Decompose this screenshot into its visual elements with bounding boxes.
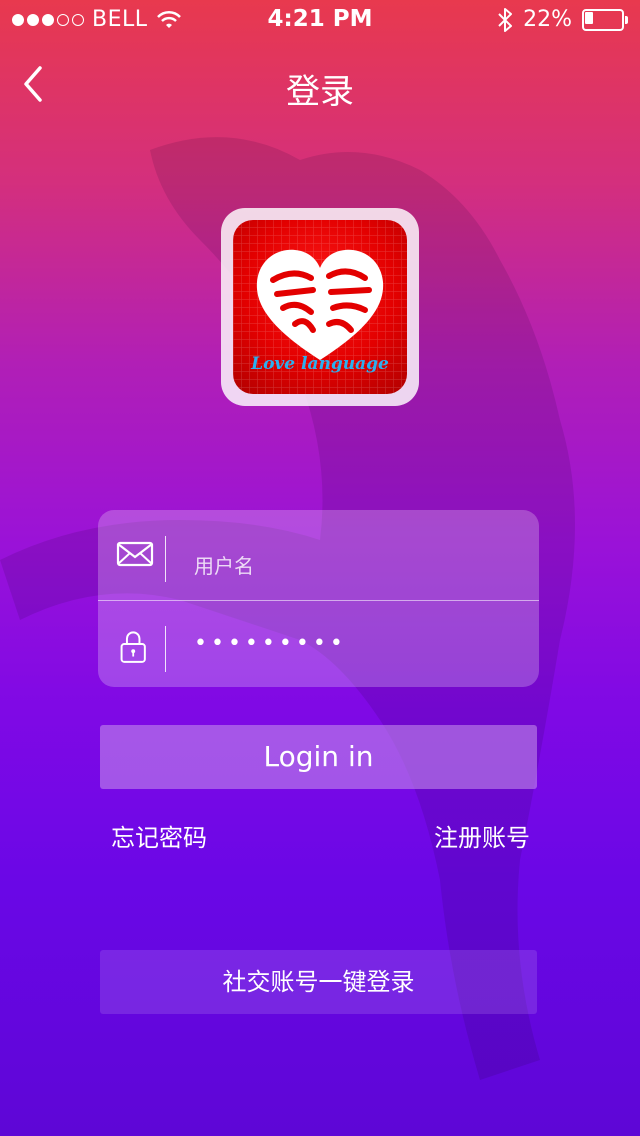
field-separator	[165, 536, 166, 582]
login-button[interactable]: Login in	[100, 725, 537, 789]
status-bar: BELL 4:21 PM 22%	[0, 0, 640, 40]
page-title: 登录	[286, 72, 354, 112]
logo-badge: Love language	[233, 220, 407, 394]
navigation-bar: 登录	[0, 54, 640, 114]
logo-caption: Love language	[251, 354, 389, 374]
username-input[interactable]: 用户名	[194, 550, 254, 579]
bluetooth-icon	[498, 7, 513, 32]
login-form: 用户名 •••••••••	[98, 510, 539, 687]
app-logo: Love language	[221, 208, 419, 406]
forgot-password-link[interactable]: 忘记密码	[111, 818, 207, 853]
field-separator	[165, 626, 166, 672]
username-field[interactable]: 用户名	[98, 510, 539, 598]
register-account-link[interactable]: 注册账号	[434, 818, 530, 853]
battery-percent: 22%	[523, 7, 572, 32]
social-login-button[interactable]: 社交账号一键登录	[100, 950, 537, 1014]
lock-icon	[120, 631, 146, 663]
battery-icon	[582, 8, 628, 31]
password-field[interactable]: •••••••••	[98, 600, 539, 688]
password-input[interactable]: •••••••••	[194, 631, 347, 656]
envelope-icon	[116, 541, 154, 567]
status-right: 22%	[497, 7, 628, 32]
battery-level	[585, 11, 593, 24]
